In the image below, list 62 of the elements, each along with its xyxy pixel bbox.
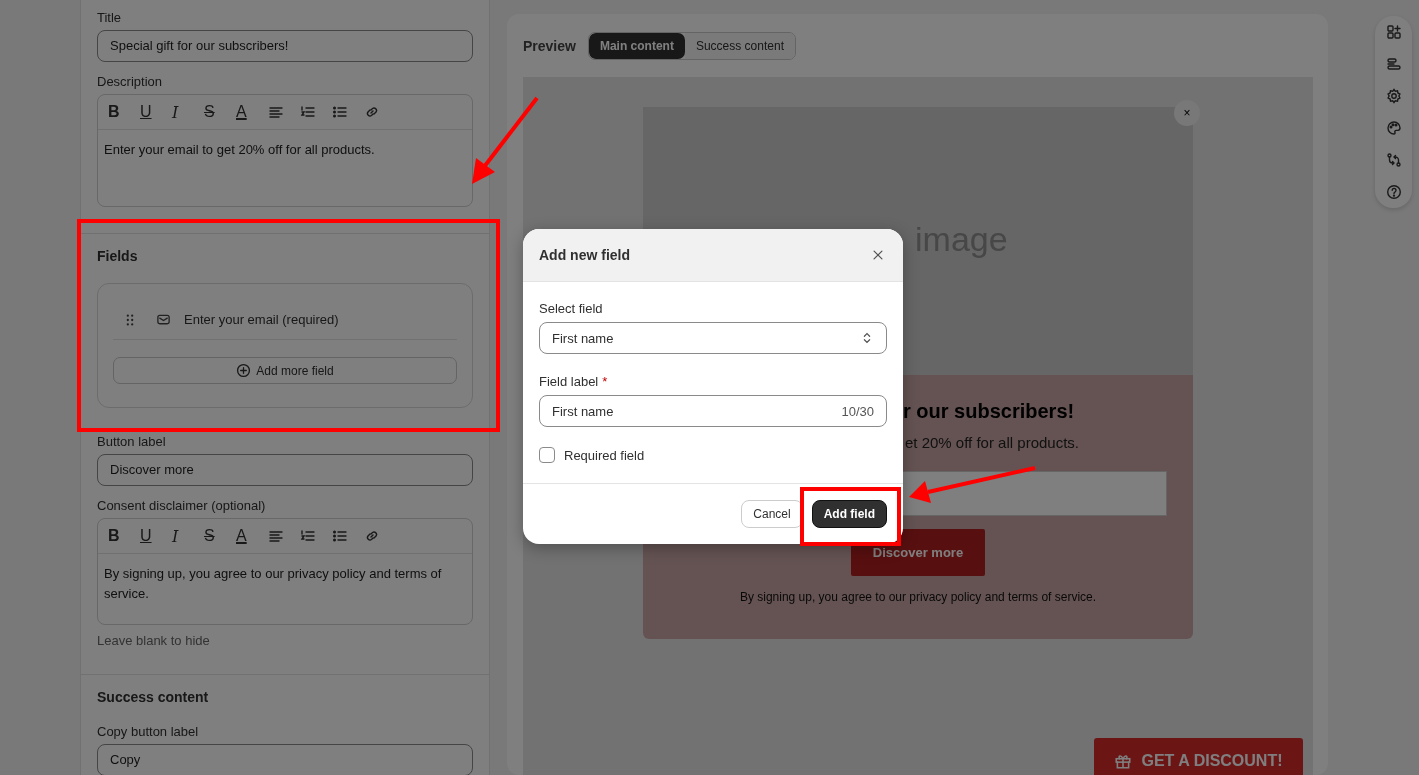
checkbox-label: Required field [564, 447, 645, 463]
numbered-list-icon[interactable] [300, 104, 316, 120]
envelope-icon [156, 312, 171, 327]
popup-title: r our subscribers! [903, 400, 1075, 423]
bold-button[interactable]: B [108, 527, 140, 545]
close-icon[interactable] [871, 248, 885, 262]
italic-button[interactable]: I [172, 526, 204, 546]
rich-text-editor[interactable]: B U I S A Enter your email to get 20% off for all products. [97, 94, 473, 207]
align-left-icon[interactable] [268, 528, 284, 544]
field-label: Field label [539, 374, 599, 389]
field-label: Button label [97, 434, 167, 449]
settings-icon[interactable] [1385, 88, 1402, 104]
field-label-input[interactable]: First name 10/30 [539, 395, 887, 427]
underline-button[interactable]: U [140, 527, 172, 545]
add-field-button[interactable]: Add field [811, 500, 887, 528]
editor-text: Enter your email to get 20% off for all products. [103, 141, 376, 159]
character-counter: 10/30 [841, 403, 874, 419]
align-left-icon[interactable] [268, 104, 284, 120]
dialog-title: Add new field [539, 247, 630, 263]
help-icon[interactable] [1385, 184, 1402, 200]
plus-circle-icon [236, 363, 252, 378]
swap-arrows-icon[interactable] [1385, 152, 1402, 168]
link-icon[interactable] [364, 104, 380, 120]
layout-icon[interactable] [1385, 56, 1402, 72]
section-heading: Fields [97, 248, 139, 264]
preview-tab[interactable]: Main content [588, 33, 685, 59]
preview-tab[interactable]: Success content [684, 33, 795, 59]
title-input[interactable]: Special gift for our subscribers! [97, 30, 473, 62]
required-mark: * [602, 374, 608, 391]
field-item-label: Enter your email (required) [184, 312, 339, 327]
numbered-list-icon[interactable] [300, 528, 316, 544]
strikethrough-button[interactable]: S [204, 527, 236, 545]
bold-button[interactable]: B [108, 103, 140, 121]
link-icon[interactable] [364, 528, 380, 544]
bullet-list-icon[interactable] [332, 528, 348, 544]
cancel-button[interactable]: Cancel [741, 500, 803, 528]
button-label-input[interactable]: Discover more [97, 454, 473, 486]
field-label: Copy button label [97, 724, 200, 739]
close-button[interactable]: × [1174, 100, 1200, 126]
field-label: Title [97, 10, 123, 25]
palette-icon[interactable] [1385, 120, 1402, 136]
add-block-icon[interactable] [1385, 24, 1402, 40]
rich-text-editor[interactable]: B U I S A By signing up, you agree to our privacy policy and terms of service. [97, 518, 473, 625]
field-label: Consent disclaimer (optional) [97, 498, 267, 513]
select-field[interactable]: First name [539, 322, 887, 354]
italic-button[interactable]: I [172, 102, 204, 122]
preview-label: Preview [523, 38, 576, 54]
add-more-field-button[interactable]: Add more field [113, 357, 457, 384]
get-discount-button[interactable]: GET A DISCOUNT! [1094, 738, 1303, 775]
text-color-button[interactable]: A [236, 527, 268, 545]
section-heading: Success content [97, 689, 210, 705]
strikethrough-button[interactable]: S [204, 103, 236, 121]
field-label: Select field [539, 301, 603, 316]
field-label: Description [97, 74, 164, 89]
bullet-list-icon[interactable] [332, 104, 348, 120]
checkbox[interactable] [539, 447, 555, 463]
disclaimer-text: By signing up, you agree to our privacy policy and terms of service. [739, 590, 1097, 604]
text-color-button[interactable]: A [236, 103, 268, 121]
editor-text: By signing up, you agree to our privacy policy and terms of service. [103, 565, 443, 603]
hint-text: Leave blank to hide [97, 633, 211, 648]
popup-description: et 20% off for all products. [905, 434, 1079, 451]
underline-button[interactable]: U [140, 103, 172, 121]
